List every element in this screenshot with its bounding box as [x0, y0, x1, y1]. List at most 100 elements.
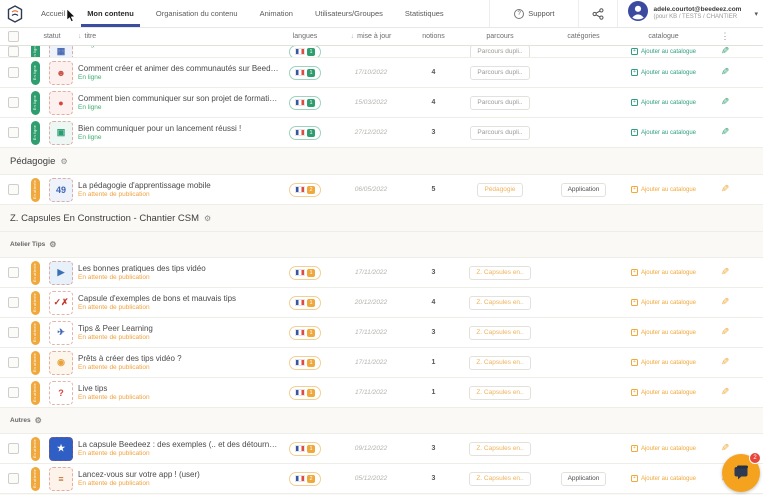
content-thumbnail[interactable]: ● — [49, 91, 73, 115]
parcours-chip[interactable]: Z. Capsules en.. — [469, 296, 530, 310]
content-thumbnail[interactable]: ★ — [49, 437, 73, 461]
column-header-langues[interactable]: langues — [280, 33, 330, 40]
content-title[interactable]: Comment créer et animer des communautés … — [78, 64, 280, 73]
column-header-categories[interactable]: catégories — [545, 33, 622, 40]
parcours-chip[interactable]: Parcours dupli.. — [470, 96, 529, 110]
add-to-catalogue-button[interactable]: + Ajouter au catalogue — [631, 48, 696, 55]
column-options-icon[interactable]: ⋮ — [721, 31, 730, 42]
row-checkbox[interactable] — [8, 267, 19, 278]
edit-pencil-icon[interactable]: ✎ — [721, 327, 729, 338]
beedeez-logo[interactable] — [0, 0, 30, 27]
languages-pill[interactable]: 1 — [289, 296, 321, 310]
category-chip[interactable]: Application — [561, 472, 607, 486]
chat-widget-button[interactable]: 2 — [722, 454, 760, 492]
add-to-catalogue-button[interactable]: + Ajouter au catalogue — [631, 359, 696, 366]
gear-icon[interactable]: ⚙ — [35, 416, 42, 425]
column-header-notions[interactable]: notions — [412, 33, 455, 40]
row-checkbox[interactable] — [8, 97, 19, 108]
select-all-checkbox[interactable] — [8, 31, 19, 42]
content-thumbnail[interactable]: ☻ — [49, 61, 73, 85]
column-header-parcours[interactable]: parcours — [455, 33, 545, 40]
add-to-catalogue-button[interactable]: + Ajouter au catalogue — [631, 129, 696, 136]
column-header-catalogue[interactable]: catalogue — [622, 33, 705, 40]
category-chip[interactable]: Application — [561, 183, 607, 197]
languages-pill[interactable]: 1 — [289, 66, 321, 80]
content-thumbnail[interactable]: ◉ — [49, 351, 73, 375]
parcours-chip[interactable]: Z. Capsules en.. — [469, 442, 530, 456]
content-thumbnail[interactable]: ✈ — [49, 321, 73, 345]
parcours-chip[interactable]: Parcours dupli.. — [470, 66, 529, 80]
parcours-chip[interactable]: Parcours dupli.. — [470, 46, 529, 58]
add-to-catalogue-button[interactable]: + Ajouter au catalogue — [631, 99, 696, 106]
content-title[interactable]: Les bonnes pratiques des tips vidéo — [78, 264, 280, 273]
add-to-catalogue-button[interactable]: + Ajouter au catalogue — [631, 186, 696, 193]
languages-pill[interactable]: 2 — [289, 472, 321, 486]
parcours-chip[interactable]: Parcours dupli.. — [470, 126, 529, 140]
row-checkbox[interactable] — [8, 184, 19, 195]
languages-pill[interactable]: 2 — [289, 183, 321, 197]
content-thumbnail[interactable]: ≡ — [49, 467, 73, 491]
row-checkbox[interactable] — [8, 127, 19, 138]
row-checkbox[interactable] — [8, 357, 19, 368]
content-thumbnail[interactable]: ▣ — [49, 121, 73, 145]
content-title[interactable]: Lancez-vous sur votre app ! (user) — [78, 470, 280, 479]
nav-item-accueil[interactable]: Accueil — [30, 0, 76, 27]
row-checkbox[interactable] — [8, 443, 19, 454]
content-thumbnail[interactable]: ▶ — [49, 261, 73, 285]
languages-pill[interactable]: 1 — [289, 266, 321, 280]
content-title[interactable]: La pédagogie d'apprentissage mobile — [78, 181, 280, 190]
content-thumbnail[interactable]: ✓✗ — [49, 291, 73, 315]
share-icon[interactable] — [578, 0, 617, 27]
edit-pencil-icon[interactable]: ✎ — [721, 184, 729, 195]
edit-pencil-icon[interactable]: ✎ — [721, 297, 729, 308]
row-checkbox[interactable] — [8, 46, 19, 57]
parcours-chip[interactable]: Z. Capsules en.. — [469, 472, 530, 486]
nav-item-organisation-du-contenu[interactable]: Organisation du contenu — [145, 0, 249, 27]
languages-pill[interactable]: 1 — [289, 442, 321, 456]
edit-pencil-icon[interactable]: ✎ — [721, 46, 729, 57]
edit-pencil-icon[interactable]: ✎ — [721, 267, 729, 278]
content-title[interactable]: La capsule Beedeez : des exemples (.. et… — [78, 440, 280, 449]
edit-pencil-icon[interactable]: ✎ — [721, 443, 729, 454]
edit-pencil-icon[interactable]: ✎ — [721, 127, 729, 138]
gear-icon[interactable]: ⚙ — [60, 157, 67, 166]
gear-icon[interactable]: ⚙ — [49, 240, 56, 249]
user-menu[interactable]: adele.courtot@beedeez.com (pour KB / TES… — [617, 0, 763, 27]
nav-item-statistiques[interactable]: Statistiques — [394, 0, 455, 27]
content-title[interactable]: Bien communiquer pour un lancement réuss… — [78, 124, 280, 133]
support-button[interactable]: ? Support — [489, 0, 578, 27]
column-header-mise-a-jour[interactable]: ↓ mise à jour — [330, 33, 412, 40]
nav-item-mon-contenu[interactable]: Mon contenu — [76, 0, 145, 27]
nav-item-animation[interactable]: Animation — [249, 0, 304, 27]
add-to-catalogue-button[interactable]: + Ajouter au catalogue — [631, 475, 696, 482]
parcours-chip[interactable]: Z. Capsules en.. — [469, 266, 530, 280]
content-title[interactable]: Tips & Peer Learning — [78, 324, 280, 333]
row-checkbox[interactable] — [8, 473, 19, 484]
gear-icon[interactable]: ⚙ — [204, 214, 211, 223]
row-checkbox[interactable] — [8, 67, 19, 78]
content-thumbnail[interactable]: 49 — [49, 178, 73, 202]
content-thumbnail[interactable]: ? — [49, 381, 73, 405]
row-checkbox[interactable] — [8, 327, 19, 338]
languages-pill[interactable]: 1 — [289, 96, 321, 110]
edit-pencil-icon[interactable]: ✎ — [721, 357, 729, 368]
content-title[interactable]: Live tips — [78, 384, 280, 393]
edit-pencil-icon[interactable]: ✎ — [721, 387, 729, 398]
add-to-catalogue-button[interactable]: + Ajouter au catalogue — [631, 269, 696, 276]
languages-pill[interactable]: 1 — [289, 356, 321, 370]
column-header-titre[interactable]: ↓ titre — [78, 33, 280, 40]
parcours-chip[interactable]: Z. Capsules en.. — [469, 326, 530, 340]
add-to-catalogue-button[interactable]: + Ajouter au catalogue — [631, 299, 696, 306]
add-to-catalogue-button[interactable]: + Ajouter au catalogue — [631, 329, 696, 336]
content-thumbnail[interactable]: ▦ — [49, 46, 73, 58]
add-to-catalogue-button[interactable]: + Ajouter au catalogue — [631, 389, 696, 396]
nav-item-utilisateurs-groupes[interactable]: Utilisateurs/Groupes — [304, 0, 394, 27]
languages-pill[interactable]: 1 — [289, 326, 321, 340]
parcours-chip[interactable]: Z. Capsules en.. — [469, 386, 530, 400]
parcours-chip[interactable]: Pédagogie — [477, 183, 522, 197]
parcours-chip[interactable]: Z. Capsules en.. — [469, 356, 530, 370]
content-title[interactable]: Prêts à créer des tips vidéo ? — [78, 354, 280, 363]
row-checkbox[interactable] — [8, 297, 19, 308]
column-header-statut[interactable]: statut — [26, 33, 78, 40]
languages-pill[interactable]: 1 — [289, 386, 321, 400]
